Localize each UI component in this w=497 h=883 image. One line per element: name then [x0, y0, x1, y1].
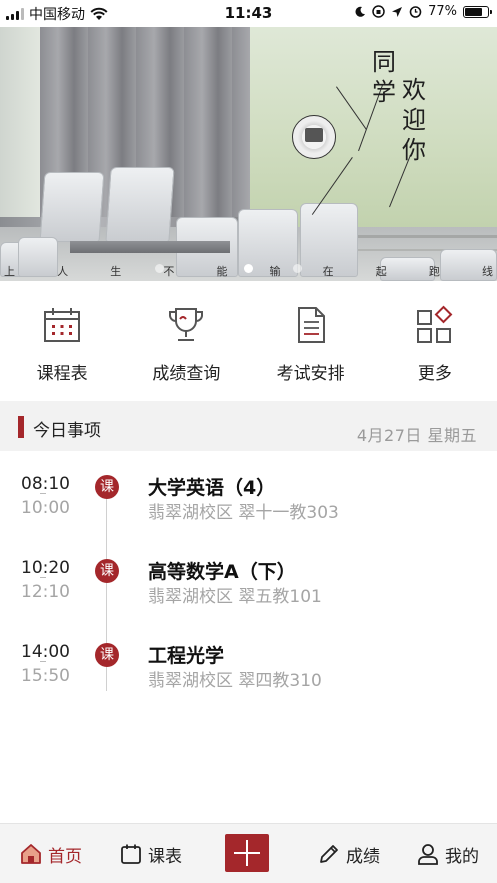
course-badge: 课 [95, 643, 119, 667]
event-item[interactable]: 14:00 15:50 课 工程光学 翡翠湖校区 翠四教310 [0, 619, 497, 703]
event-start-time: 14:00 [21, 642, 70, 662]
course-badge: 课 [95, 475, 119, 499]
today-section-header: 今日事项 4月27日 星期五 [0, 401, 497, 451]
page-dot[interactable] [293, 264, 302, 273]
event-end-time: 12:10 [21, 582, 70, 602]
home-icon [21, 844, 41, 864]
apps-icon [416, 305, 453, 343]
quick-action-label: 考试安排 [276, 364, 345, 384]
location-icon [392, 6, 403, 17]
tab-label: 成绩 [346, 846, 380, 867]
section-accent-bar [18, 416, 24, 438]
section-title: 今日事项 [33, 421, 101, 441]
course-badge: 课 [95, 559, 119, 583]
event-item[interactable]: 08:10 10:00 课 大学英语（4） 翡翠湖校区 翠十一教303 [0, 451, 497, 535]
tab-label: 我的 [445, 846, 479, 867]
status-right: 77% [354, 4, 492, 19]
university-seal-icon [292, 115, 336, 159]
tab-label: 首页 [48, 846, 82, 867]
tab-schedule[interactable]: 课表 [120, 824, 182, 883]
banner-page-indicator[interactable] [0, 264, 497, 273]
quick-action-label: 成绩查询 [152, 364, 221, 384]
quick-actions: 课程表 成绩查询 考试安排 更多 [0, 281, 497, 401]
document-icon [297, 307, 325, 343]
welcome-text-2: 欢迎你 [402, 76, 426, 164]
quick-action-exams[interactable]: 考试安排 [249, 281, 373, 401]
add-button[interactable] [225, 834, 269, 872]
welcome-text-1: 同学 [372, 48, 396, 106]
welcome-banner[interactable]: 同学 欢迎你 上 人 生 不 能 输 在 起 跑 线 [0, 27, 497, 281]
quick-action-label: 课程表 [36, 364, 88, 384]
calendar-icon [121, 844, 141, 864]
event-start-time: 10:20 [21, 558, 70, 578]
tab-home[interactable]: 首页 [20, 824, 82, 883]
status-bar: 中国移动 11:43 77% [0, 0, 497, 27]
battery-icon [463, 5, 492, 18]
event-item[interactable]: 10:20 12:10 课 高等数学A（下） 翡翠湖校区 翠五教101 [0, 535, 497, 619]
course-location: 翡翠湖校区 翠十一教303 [148, 503, 339, 523]
trophy-icon [169, 308, 204, 341]
event-start-time: 08:10 [21, 474, 70, 494]
tab-label: 课表 [148, 846, 182, 867]
event-end-time: 15:50 [21, 666, 70, 686]
quick-action-more[interactable]: 更多 [373, 281, 497, 401]
event-end-time: 10:00 [21, 498, 70, 518]
orientation-lock-icon [372, 5, 385, 18]
alarm-icon [409, 6, 422, 18]
page-dot[interactable] [155, 264, 164, 273]
page-dot-active[interactable] [244, 264, 253, 273]
user-icon [418, 844, 438, 865]
today-timeline: 08:10 10:00 课 大学英语（4） 翡翠湖校区 翠十一教303 10:2… [0, 451, 497, 823]
course-location: 翡翠湖校区 翠四教310 [148, 671, 322, 691]
course-name: 工程光学 [148, 645, 225, 667]
bottom-tab-bar: 首页 课表 成绩 我的 [0, 823, 497, 883]
battery-percent: 77% [428, 4, 457, 19]
tab-grades[interactable]: 成绩 [318, 824, 380, 883]
calendar-icon [44, 308, 81, 342]
course-name: 高等数学A（下） [148, 561, 296, 583]
quick-action-schedule[interactable]: 课程表 [0, 281, 124, 401]
moon-icon [355, 6, 366, 17]
course-location: 翡翠湖校区 翠五教101 [148, 587, 322, 607]
quick-action-label: 更多 [417, 364, 452, 384]
tab-me[interactable]: 我的 [417, 824, 479, 883]
pencil-icon [320, 845, 338, 863]
today-date: 4月27日 星期五 [356, 426, 477, 445]
course-name: 大学英语（4） [148, 477, 276, 499]
quick-action-grades[interactable]: 成绩查询 [124, 281, 248, 401]
